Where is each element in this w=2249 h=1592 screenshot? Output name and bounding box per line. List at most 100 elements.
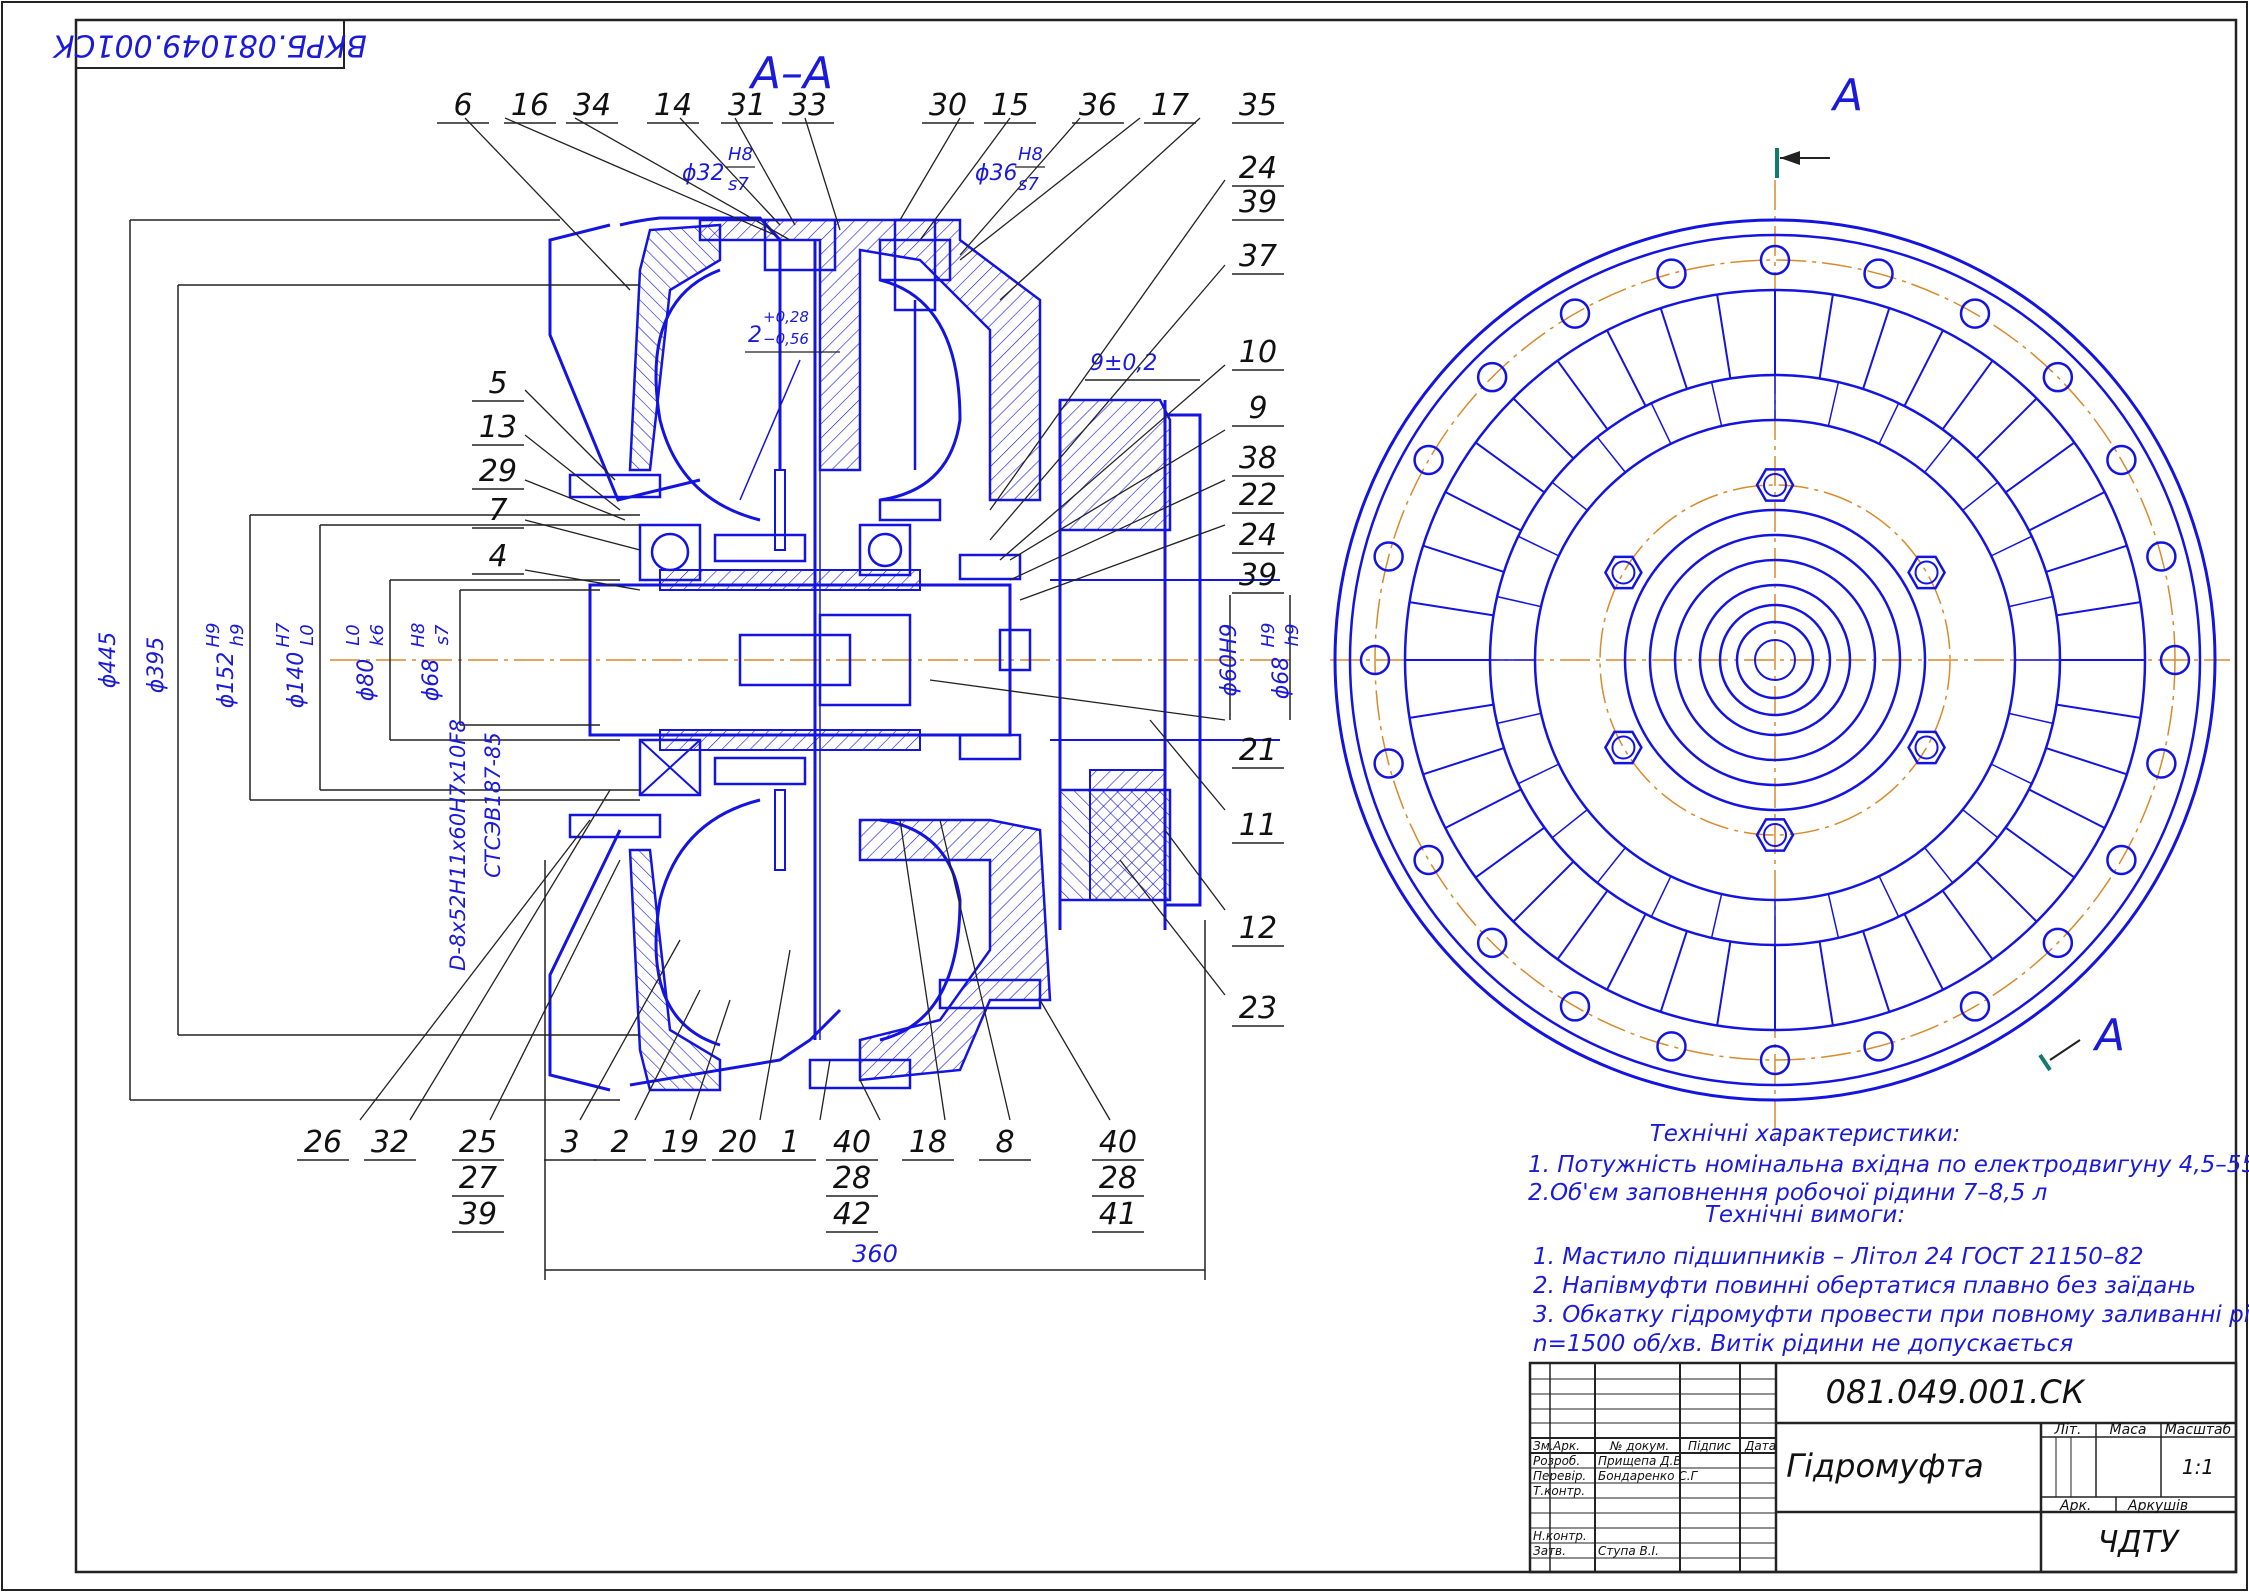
callout-right-37-2: 37 (1239, 239, 1277, 274)
callout-stack-a-27-0: 27 (459, 1161, 497, 1196)
dim-length-360: 360 (852, 1240, 898, 1268)
callout-right-9-4: 9 (1248, 391, 1267, 426)
dim-d68-right: ϕ68 (1269, 657, 1294, 700)
callout-left-5-0: 5 (488, 366, 507, 401)
dim-d140-fit-bottom: L0 (297, 624, 318, 645)
dim-d152-fit-top: H9 (203, 623, 224, 648)
dim-d445: ϕ445 (96, 632, 121, 689)
callout-right-39-1: 39 (1239, 185, 1277, 220)
dim-spline-standard: СТСЭВ187-85 (481, 732, 505, 878)
dim-d152-fit-bottom: h9 (227, 624, 248, 647)
dim-gap-tol-top: +0,28 (763, 308, 809, 326)
callout-top-6-0: 6 (453, 88, 472, 123)
dim-d60-group: ϕ60H9 (1217, 623, 1242, 696)
dim-d36: ϕ36 (975, 161, 1018, 186)
callout-bottom-18-9: 18 (909, 1125, 947, 1160)
row-developed-name: Прищепа Д.В (1598, 1454, 1682, 1468)
dim-d80: ϕ80 (354, 659, 379, 702)
row-developed: Розроб. (1533, 1454, 1580, 1468)
row-approved: Затв. (1533, 1544, 1566, 1558)
callout-right-39-8: 39 (1239, 558, 1277, 593)
sheet-header: Арк. (2059, 1498, 2091, 1514)
callout-top-35-10: 35 (1239, 88, 1277, 123)
rotated-drawing-code: ВКРБ.081049.001СК (51, 28, 366, 63)
callout-bottom-40-11: 40 (1099, 1125, 1137, 1160)
callout-right-24-7: 24 (1239, 518, 1277, 553)
callout-stack-b-42-1: 42 (833, 1197, 871, 1232)
dim-gap: 2 (748, 323, 762, 348)
lit-header: Літ. (2053, 1422, 2081, 1438)
callout-right-24-0: 24 (1239, 151, 1277, 186)
callout-bottom-32-1: 32 (371, 1125, 409, 1160)
req-line-3: 3. Обкатку гідромуфти провести при повно… (1533, 1302, 2249, 1328)
dim-d140: ϕ140 (284, 652, 309, 709)
dim-d32-fit-top: H8 (728, 144, 753, 165)
callout-bottom-26-0: 26 (304, 1125, 342, 1160)
callout-bottom-8-10: 8 (995, 1125, 1014, 1160)
req-line-1: 1. Мастило підшипників – Літол 24 ГОСТ 2… (1533, 1244, 2144, 1270)
dim-spline: D-8x52H11x60H7x10F8 (446, 719, 470, 971)
callout-top-30-6: 30 (929, 88, 967, 123)
row-tech-control: Т.контр. (1533, 1484, 1585, 1498)
callout-stack-a-39-1: 39 (459, 1197, 497, 1232)
dim-d68: ϕ68 (419, 659, 444, 702)
hdr-date: Дата (1744, 1439, 1776, 1453)
dim-d395: ϕ395 (144, 637, 169, 694)
hdr-zm: Зм. (1533, 1439, 1554, 1453)
scale-value: 1:1 (2182, 1455, 2214, 1479)
callout-right-12-11: 12 (1239, 911, 1277, 946)
hdr-sign: Підпис (1688, 1439, 1731, 1453)
tech-line-1: 1. Потужність номінальна вхідна по елект… (1528, 1152, 2249, 1178)
pulley-upper-hatch (1058, 398, 1172, 532)
callout-stack-c-41-1: 41 (1099, 1197, 1137, 1232)
callout-left-7-3: 7 (488, 493, 507, 528)
callout-bottom-40-8: 40 (833, 1125, 871, 1160)
dim-d68-right-fit-bottom: h9 (1282, 624, 1303, 647)
callout-top-31-4: 31 (728, 88, 766, 123)
drawing-name: Гідромуфта (1786, 1447, 1983, 1485)
callout-left-29-2: 29 (479, 454, 517, 489)
row-checked-name: Бондаренко С.Г (1598, 1469, 1699, 1483)
view-label-bottom: А (2092, 1010, 2125, 1061)
callout-bottom-2-4: 2 (610, 1125, 629, 1160)
callout-left-4-4: 4 (488, 539, 507, 574)
elastic-element (1089, 769, 1166, 901)
callout-top-14-3: 14 (654, 88, 692, 123)
dim-d152: ϕ152 (214, 652, 239, 709)
hdr-doc: № докум. (1609, 1439, 1669, 1453)
callout-top-33-5: 33 (789, 88, 827, 123)
callout-left-13-1: 13 (479, 410, 517, 445)
dim-d60: ϕ60H9 (1217, 623, 1242, 696)
callout-right-11-10: 11 (1239, 808, 1277, 843)
view-label-top: А (1830, 70, 1863, 121)
tech-heading: Технічні характеристики: (1650, 1121, 1961, 1147)
req-line-4: n=1500 об/хв. Витік рідини не допускаєть… (1533, 1331, 2073, 1357)
callout-bottom-3-3: 3 (560, 1125, 579, 1160)
callout-top-34-2: 34 (573, 88, 611, 123)
row-approved-name: Ступа В.І. (1598, 1544, 1659, 1558)
callout-top-15-7: 15 (991, 88, 1029, 123)
dim-d68-fit-bottom: s7 (432, 624, 453, 645)
dim-d32-fit-bottom: s7 (728, 174, 749, 195)
req-line-2: 2. Напівмуфти повинні обертатися плавно … (1533, 1273, 2196, 1299)
callout-right-22-6: 22 (1239, 478, 1277, 513)
callout-right-21-9: 21 (1239, 733, 1277, 768)
dim-d68-right-fit-top: H9 (1258, 623, 1279, 648)
callout-bottom-19-5: 19 (661, 1125, 699, 1160)
row-checked: Перевір. (1533, 1469, 1586, 1483)
callout-stack-c-28-0: 28 (1099, 1161, 1137, 1196)
dim-d36-fit-top: H8 (1018, 144, 1043, 165)
dim-gap-tol-bottom: −0,56 (763, 330, 809, 348)
row-norm-control: Н.контр. (1533, 1529, 1587, 1543)
dim-d80-fit-top: L0 (343, 624, 364, 645)
callout-bottom-1-7: 1 (780, 1125, 799, 1160)
callout-top-36-8: 36 (1079, 88, 1117, 123)
callout-right-23-12: 23 (1239, 991, 1277, 1026)
drawing-sheet: ВКРБ.081049.001СК А–А ϕ445 ϕ395 ϕ152 H9 … (1, 1, 2249, 1591)
doc-code: 081.049.001.СК (1826, 1373, 2086, 1411)
callout-top-17-9: 17 (1151, 88, 1189, 123)
callout-top-16-1: 16 (511, 88, 549, 123)
dim-d80-fit-bottom: k6 (367, 624, 388, 646)
dim-d68-fit-top: H8 (408, 623, 429, 648)
callout-right-38-5: 38 (1239, 441, 1277, 476)
